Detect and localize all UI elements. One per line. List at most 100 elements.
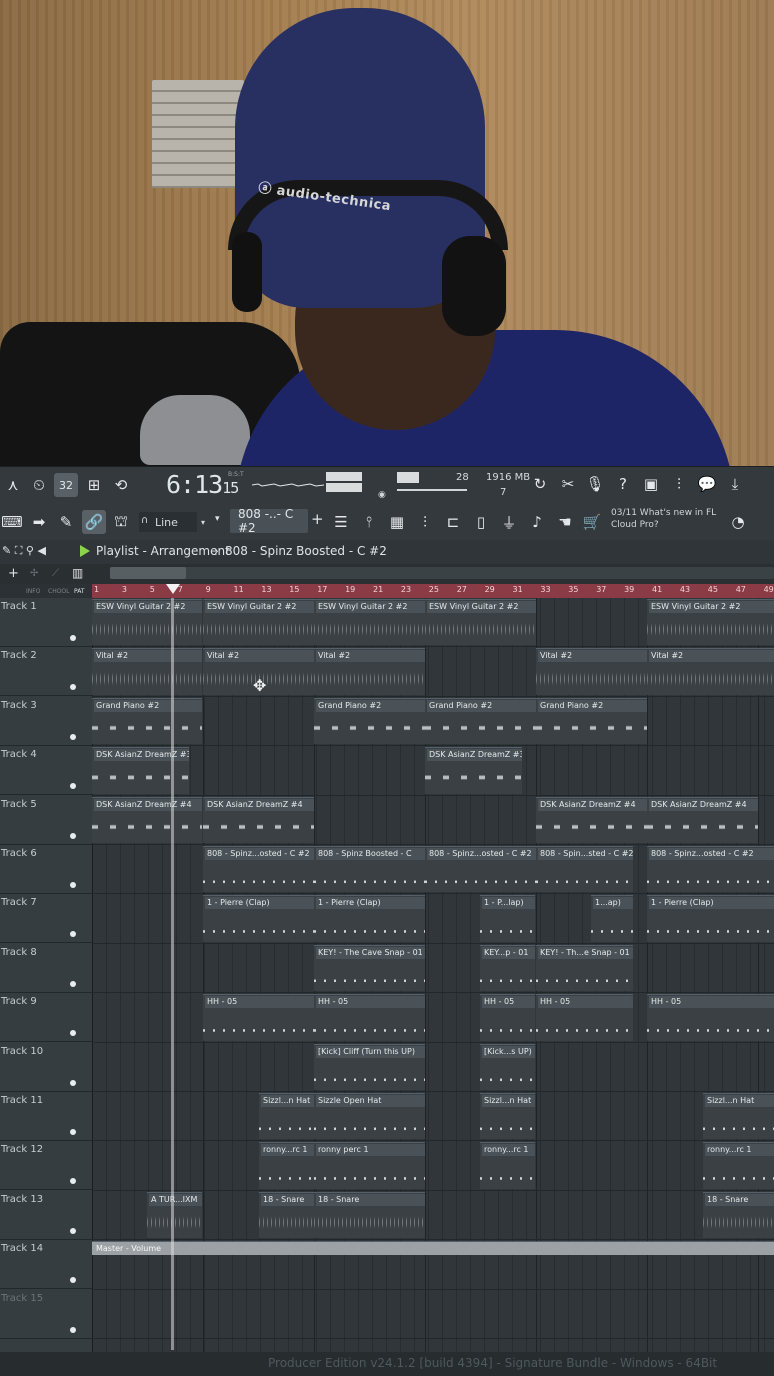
plugin-icon[interactable]: ⏚	[497, 510, 521, 534]
tempo-button[interactable]: 32	[54, 473, 78, 497]
pattern-chevron-icon[interactable]: ▾	[215, 514, 220, 524]
playlist-clip[interactable]: Vital #2	[536, 648, 647, 695]
tuner-icon[interactable]: ♪	[525, 510, 549, 534]
piano-roll-icon[interactable]: ▦	[385, 510, 409, 534]
playlist-clip[interactable]: [Kick...s UP)	[480, 1043, 535, 1090]
playlist-clip[interactable]: KEY...p - 01	[480, 944, 535, 992]
playlist-clip[interactable]: Vital #2	[647, 648, 774, 695]
playlist-clip[interactable]: Grand Piano #2	[92, 697, 202, 745]
pitch-icon[interactable]: ⋏	[1, 473, 25, 497]
playlist-clip[interactable]: 808 - Spinz...osted - C #2	[425, 846, 536, 893]
track-enable-dot[interactable]	[70, 1079, 76, 1086]
snap-select[interactable]: ∩ Line ▾	[139, 511, 219, 533]
scrollbar-thumb[interactable]	[110, 567, 186, 579]
track-header[interactable]: Track 5	[0, 796, 92, 845]
track-header[interactable]: Track 13	[0, 1191, 92, 1240]
playlist-clip[interactable]: 808 - Spinz...osted - C #2	[203, 846, 314, 893]
playlist-clip[interactable]: HH - 05	[647, 994, 774, 1041]
arrow-icon[interactable]: ➡	[27, 510, 51, 534]
playlist-clip[interactable]: 18 - Snare	[703, 1191, 774, 1239]
track-header[interactable]: Track 3	[0, 697, 92, 746]
pattern-select[interactable]: 808 -..- C #2	[230, 507, 308, 535]
track-enable-dot[interactable]	[70, 1030, 76, 1037]
playlist-clip[interactable]: DSK AsianZ DreamZ #4	[647, 796, 758, 843]
channel-rack-icon[interactable]: ⫯	[357, 510, 381, 534]
playlist-clip[interactable]: 18 - Snare	[314, 1191, 425, 1239]
mixer-icon[interactable]: ⫶	[667, 472, 691, 496]
master-pitch-icon[interactable]: ◉	[378, 490, 386, 500]
playlist-clip[interactable]: Vital #2	[314, 648, 425, 695]
pattern-icon[interactable]: ▥	[72, 566, 83, 580]
playlist-clip[interactable]: A TUR...IXM	[147, 1191, 202, 1239]
playlist-clip[interactable]: 1 - Pierre (Clap)	[314, 895, 425, 942]
playlist-clip[interactable]: ESW Vinyl Guitar 2 #2	[203, 599, 314, 646]
track-enable-dot[interactable]	[70, 832, 76, 839]
track-header[interactable]: Track 11	[0, 1092, 92, 1141]
step-edit-icon[interactable]: ⊞	[82, 473, 106, 497]
link-icon[interactable]: 🔗	[82, 510, 106, 534]
loop-record-icon[interactable]: ⟲	[109, 473, 133, 497]
playlist-clip[interactable]: 1 - P...lap)	[480, 895, 535, 942]
playlist-clip[interactable]: ESW Vinyl Guitar 2 #2	[425, 599, 536, 646]
info-icon[interactable]: ✢	[30, 568, 38, 579]
playlist-clip[interactable]: Grand Piano #2	[425, 697, 536, 745]
hand-icon[interactable]: ☚	[553, 510, 577, 534]
playlist-clip[interactable]: Vital #2	[92, 648, 202, 695]
track-enable-dot[interactable]	[70, 1129, 76, 1135]
help-icon[interactable]: ?	[611, 472, 635, 496]
playlist-clip[interactable]: KEY! - The Cave Snap - 01	[314, 944, 425, 992]
track-enable-dot[interactable]	[70, 733, 76, 740]
track-header[interactable]: Track 9	[0, 993, 92, 1043]
microphone-icon[interactable]: 🎙	[583, 472, 607, 496]
browser-icon[interactable]: ⊏	[441, 510, 465, 534]
file-icon[interactable]: ▯	[469, 510, 493, 534]
playlist-grid[interactable]: ESW Vinyl Guitar 2 #2 ESW Vinyl Guitar 2 …	[92, 598, 774, 1358]
track-enable-dot[interactable]	[70, 684, 76, 691]
playlist-icon[interactable]: ☰	[329, 510, 353, 534]
news-ticker[interactable]: 03/11 What's new in FL Cloud Pro?	[611, 507, 716, 531]
track-enable-dot[interactable]	[70, 931, 76, 938]
track-enable-dot[interactable]	[70, 1326, 76, 1333]
playlist-clip[interactable]: ronny...rc 1	[259, 1142, 314, 1189]
stamp-icon[interactable]: ⛫	[109, 510, 133, 534]
track-header[interactable]: Track 7	[0, 894, 92, 944]
track-header[interactable]: Track 15	[0, 1290, 92, 1339]
refresh-icon[interactable]: ↻	[528, 472, 552, 496]
playlist-clip[interactable]: DSK AsianZ DreamZ #4	[203, 796, 314, 843]
playlist-clip[interactable]: DSK AsianZ DreamZ #4	[536, 796, 647, 843]
track-header[interactable]: Track 6	[0, 845, 92, 894]
globe-icon[interactable]: ◔	[726, 510, 750, 534]
track-header[interactable]: Track 2	[0, 647, 92, 697]
playlist-clip[interactable]: Master - Volume	[92, 1241, 774, 1256]
playlist-clip[interactable]: DSK AsianZ DreamZ #3	[425, 747, 522, 794]
track-header[interactable]: Track 4	[0, 746, 92, 796]
playlist-clip[interactable]: Sizzl...n Hat	[259, 1093, 314, 1140]
track-header[interactable]: Track 1	[0, 598, 92, 647]
playlist-clip[interactable]: Grand Piano #2	[314, 697, 425, 745]
track-enable-dot[interactable]	[70, 635, 76, 641]
playlist-clip[interactable]: 1 - Pierre (Clap)	[203, 895, 314, 942]
playlist-clip[interactable]: 808 - Spinz...osted - C #2	[647, 846, 774, 893]
playlist-clip[interactable]: HH - 05	[480, 994, 535, 1041]
save-icon[interactable]: ▣	[639, 472, 663, 496]
playlist-clip[interactable]: 808 - Spinz Boosted - C	[314, 846, 425, 893]
playhead-marker[interactable]	[166, 584, 180, 594]
playlist-clip[interactable]: ronny...rc 1	[703, 1142, 774, 1189]
track-header[interactable]: Track 12	[0, 1141, 92, 1191]
playlist-clip[interactable]: [Kick] Cliff (Turn this UP)	[314, 1043, 425, 1090]
play-pattern-icon[interactable]	[80, 545, 90, 557]
playlist-clip[interactable]: DSK AsianZ DreamZ #3	[92, 747, 189, 794]
track-enable-dot[interactable]	[70, 1227, 76, 1234]
playlist-clip[interactable]: HH - 05	[536, 994, 633, 1041]
playlist-clip[interactable]: KEY! - Th...e Snap - 01	[536, 944, 633, 992]
timeline-ruler[interactable]: 1 3 5 7 9 11 13 15 17 19 21 23 25 27 29 31 33 35 37 39 41 43 4…	[92, 584, 774, 598]
cut-tool-icon[interactable]: ✂	[556, 472, 580, 496]
chat-icon[interactable]: 💬	[695, 472, 719, 496]
track-enable-dot[interactable]	[70, 882, 76, 888]
playlist-clip[interactable]: ronny perc 1	[314, 1142, 425, 1189]
track-header[interactable]: Track 8	[0, 944, 92, 993]
playlist-clip[interactable]: 18 - Snare	[259, 1191, 314, 1239]
track-header[interactable]: Track 14	[0, 1240, 92, 1290]
add-pattern-icon[interactable]: +	[311, 510, 324, 528]
playlist-clip[interactable]: ESW Vinyl Guitar 2 #2	[647, 599, 774, 646]
